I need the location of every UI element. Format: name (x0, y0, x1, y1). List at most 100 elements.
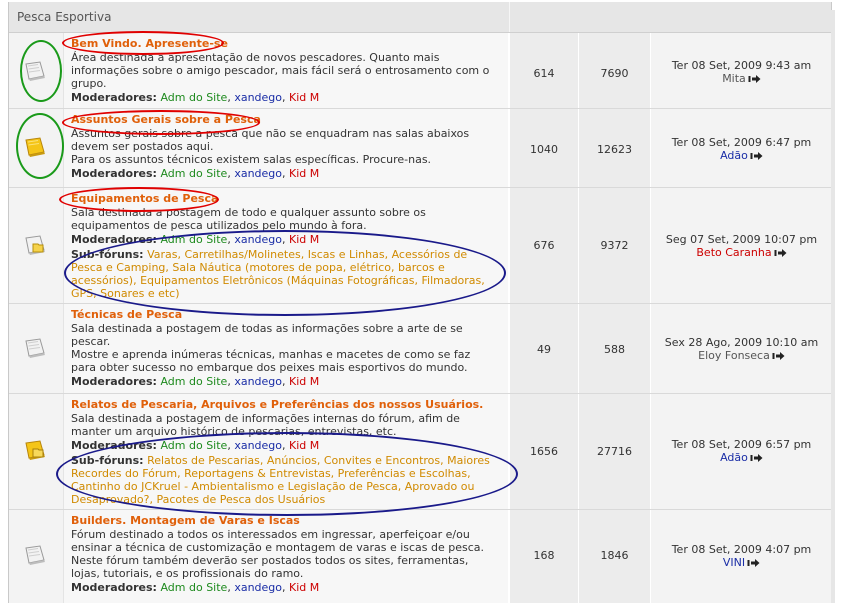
posts-cell: 1846 (578, 510, 650, 603)
moderators-label: Moderadores: (71, 167, 157, 180)
subforum-links[interactable]: Pesca e Camping, Sala Náutica (motores d… (71, 261, 502, 274)
forum-icon-cell (9, 188, 64, 303)
go-to-post-icon[interactable] (748, 74, 761, 84)
forum-description-line: grupo. (71, 77, 107, 90)
forum-icon-cell (9, 109, 64, 187)
forum-description-line: manter um arquivo histórico de pescarias… (71, 425, 397, 438)
forum-title-link[interactable]: Builders. Montagem de Varas e Iscas (71, 514, 502, 528)
subforum-links[interactable]: GPS, Sonares e etc) (71, 287, 502, 300)
moderator-link[interactable]: Adm do Site (160, 233, 227, 246)
moderator-link[interactable]: xandego (234, 91, 282, 104)
moderators-line: Moderadores: Adm do Site, xandego, Kid M (71, 581, 320, 594)
forum-icon-cell (9, 510, 64, 603)
posts-count: 7690 (600, 67, 629, 80)
subforums-label: Sub-fóruns: (71, 454, 144, 467)
forum-table: Pesca Esportiva Bem Vindo. Apresente-se … (8, 2, 832, 603)
posts-cell: 7690 (578, 33, 650, 108)
moderator-link[interactable]: Kid M (289, 581, 319, 594)
moderator-link[interactable]: xandego (234, 581, 282, 594)
last-post-user[interactable]: Eloy Fonseca (698, 349, 770, 362)
forum-title-link[interactable]: Bem Vindo. Apresente-se (71, 37, 502, 51)
go-to-post-icon[interactable] (774, 248, 787, 258)
subforum-links[interactable]: Relatos de Pescarias, Anúncios, Convites… (147, 454, 490, 467)
moderator-link[interactable]: Kid M (289, 91, 319, 104)
folder-read-icon (25, 61, 45, 81)
moderators-label: Moderadores: (71, 233, 157, 246)
moderator-link[interactable]: Kid M (289, 167, 319, 180)
topics-cell: 676 (509, 188, 578, 303)
moderator-link[interactable]: Adm do Site (160, 581, 227, 594)
forum-description-line: Área destinada a apresentação de novos p… (71, 51, 440, 64)
moderator-link[interactable]: Adm do Site (160, 167, 227, 180)
forum-title-link[interactable]: Técnicas de Pesca (71, 308, 502, 322)
moderator-link[interactable]: Adm do Site (160, 91, 227, 104)
forum-title-link[interactable]: Relatos de Pescaria, Arquivos e Preferên… (71, 398, 502, 412)
moderator-link[interactable]: xandego (234, 375, 282, 388)
topics-cell: 1040 (509, 109, 578, 187)
forum-description-line: Sala destinada a postagem de informações… (71, 412, 460, 425)
frame-shadow (831, 10, 835, 603)
go-to-post-icon[interactable] (750, 453, 763, 463)
moderator-link[interactable]: Kid M (289, 233, 319, 246)
forum-description-line: pescar. (71, 335, 111, 348)
subforum-links[interactable]: Varas, Carretilhas/Molinetes, Iscas e Li… (147, 248, 467, 261)
forum-description-line: informações sobre o amigo pescador, mais… (71, 64, 490, 77)
folder-new-icon (25, 137, 45, 157)
last-post-user[interactable]: VINI (723, 556, 745, 569)
last-post-user[interactable]: Mita (722, 72, 746, 85)
forum-description-line: Para os assuntos técnicos existem salas … (71, 153, 432, 166)
topics-cell: 1656 (509, 394, 578, 509)
moderators-label: Moderadores: (71, 91, 157, 104)
posts-count: 1846 (600, 549, 629, 562)
moderator-link[interactable]: xandego (234, 233, 282, 246)
posts-count: 9372 (600, 239, 629, 252)
forum-title-link[interactable]: Equipamentos de Pesca (71, 192, 502, 206)
last-post-user[interactable]: Adão (720, 149, 748, 162)
topics-count: 49 (537, 343, 551, 356)
moderator-link[interactable]: Kid M (289, 439, 319, 452)
moderator-link[interactable]: xandego (234, 167, 282, 180)
moderators-line: Moderadores: Adm do Site, xandego, Kid M (71, 167, 320, 180)
moderator-link[interactable]: Adm do Site (160, 375, 227, 388)
subforums-line: Sub-fóruns: Relatos de Pescarias, Anúnci… (71, 454, 502, 467)
posts-count: 12623 (597, 143, 632, 156)
forum-description-line: Fórum destinado a todos os interessados … (71, 528, 470, 541)
moderators-line: Moderadores: Adm do Site, xandego, Kid M (71, 233, 320, 246)
subforum-links[interactable]: Recordes do Fórum, Reportagens & Entrevi… (71, 467, 502, 480)
forum-row: Equipamentos de Pesca Sala destinada a p… (9, 188, 832, 304)
moderator-link[interactable]: Kid M (289, 375, 319, 388)
last-post-date: Ter 08 Set, 2009 6:57 pm (671, 438, 812, 451)
subforums-label: Sub-fóruns: (71, 248, 144, 261)
topics-cell: 49 (509, 304, 578, 393)
forum-description-line: lojas, tutoriais, e os profissionais do … (71, 567, 304, 580)
subforums-line: Sub-fóruns: Varas, Carretilhas/Molinetes… (71, 248, 502, 261)
folder-read-icon (25, 338, 45, 358)
forum-description-line: Assuntos gerais sobre a pesca que não se… (71, 127, 470, 140)
topics-count: 676 (533, 239, 555, 252)
forum-icon-cell (9, 33, 64, 108)
last-post-cell: Ter 08 Set, 2009 9:43 am Mita (650, 33, 832, 108)
forum-title-link[interactable]: Assuntos Gerais sobre a Pesca (71, 113, 502, 127)
moderator-link[interactable]: Adm do Site (160, 439, 227, 452)
last-post-date: Ter 08 Set, 2009 9:43 am (671, 59, 812, 72)
forum-main-cell: Bem Vindo. Apresente-se Área destinada a… (64, 33, 508, 108)
topics-cell: 168 (509, 510, 578, 603)
last-post-user[interactable]: Beto Caranha (696, 246, 771, 259)
forum-description-line: equipamentos de pesca utilizados pelo mu… (71, 219, 367, 232)
go-to-post-icon[interactable] (747, 558, 760, 568)
last-post-cell: Ter 08 Set, 2009 4:07 pm VINI (650, 510, 832, 603)
forum-description-line: ensinar a técnica de customização e mont… (71, 541, 485, 554)
posts-cell: 12623 (578, 109, 650, 187)
last-post-cell: Sex 28 Ago, 2009 10:10 am Eloy Fonseca (650, 304, 832, 393)
subforum-links[interactable]: Desaprovado?, Pacotes de Pesca dos Usuár… (71, 493, 502, 506)
last-post-cell: Ter 08 Set, 2009 6:57 pm Adão (650, 394, 832, 509)
last-post-user[interactable]: Adão (720, 451, 748, 464)
forum-description-line: Sala destinada a postagem de todo e qual… (71, 206, 426, 219)
subforum-links[interactable]: acessórios), Equipamentos Eletrônicos (M… (71, 274, 502, 287)
topics-count: 1040 (530, 143, 558, 156)
go-to-post-icon[interactable] (750, 151, 763, 161)
moderator-link[interactable]: xandego (234, 439, 282, 452)
go-to-post-icon[interactable] (772, 351, 785, 361)
topics-count: 614 (533, 67, 555, 80)
subforum-links[interactable]: Cantinho do JCKruel - Ambientalismo e Le… (71, 480, 502, 493)
